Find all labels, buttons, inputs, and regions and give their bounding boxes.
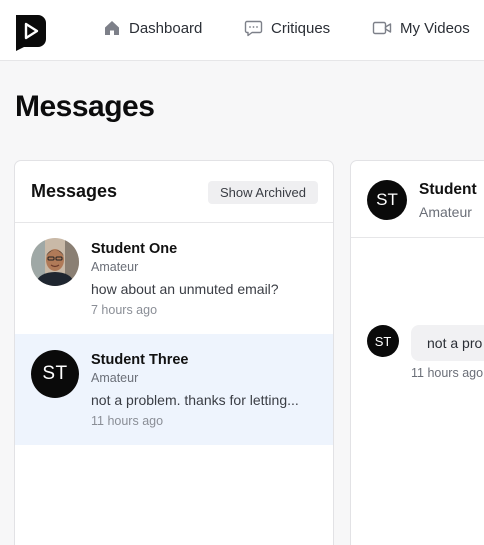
thread-name: Student Three [91, 352, 189, 368]
conversation-header: ST Student Amateur [351, 161, 484, 238]
conversation-name: Student [419, 181, 477, 198]
avatar: ST [31, 350, 79, 398]
thread-preview: how about an unmuted email? [91, 281, 279, 297]
user-photo-icon [31, 238, 79, 286]
message-time: 11 hours ago [411, 366, 484, 380]
conversation-panel: ST Student Amateur ST not a pro 11 hours… [350, 160, 484, 545]
thread-item-student-one[interactable]: Student One Amateur how about an unmuted… [15, 223, 333, 334]
thread-time: 11 hours ago [91, 414, 164, 428]
messages-list-title: Messages [31, 181, 118, 201]
thread-name: Student One [91, 241, 178, 257]
nav-my-videos-label: My Videos [400, 19, 470, 37]
app-logo-icon[interactable] [12, 13, 48, 51]
nav-my-videos[interactable]: My Videos [372, 17, 470, 39]
nav-dashboard-label: Dashboard [129, 19, 203, 37]
conversation-role: Amateur [419, 204, 472, 220]
messages-list-header: Messages Show Archived [15, 161, 333, 223]
show-archived-button[interactable]: Show Archived [208, 181, 318, 204]
thread-role: Amateur [91, 260, 139, 274]
nav-critiques[interactable]: Critiques [244, 17, 330, 39]
avatar [31, 238, 79, 286]
thread-time: 7 hours ago [91, 303, 158, 317]
avatar: ST [367, 180, 407, 220]
top-nav-bar: Dashboard Critiques My Videos [0, 0, 484, 61]
thread-item-student-three[interactable]: ST Student Three Amateur not a problem. … [15, 334, 333, 445]
nav-dashboard[interactable]: Dashboard [103, 17, 202, 39]
home-icon [105, 21, 119, 35]
page-title: Messages [15, 90, 155, 123]
nav-critiques-label: Critiques [271, 19, 331, 37]
message-bubble: not a pro [411, 325, 484, 361]
chat-icon [244, 20, 263, 37]
message-sender-avatar: ST [367, 325, 399, 357]
messages-list-panel: Messages Show Archived Student One Amate… [14, 160, 334, 545]
video-icon [372, 21, 392, 35]
thread-role: Amateur [91, 371, 139, 385]
thread-preview: not a problem. thanks for letting... [91, 392, 299, 408]
